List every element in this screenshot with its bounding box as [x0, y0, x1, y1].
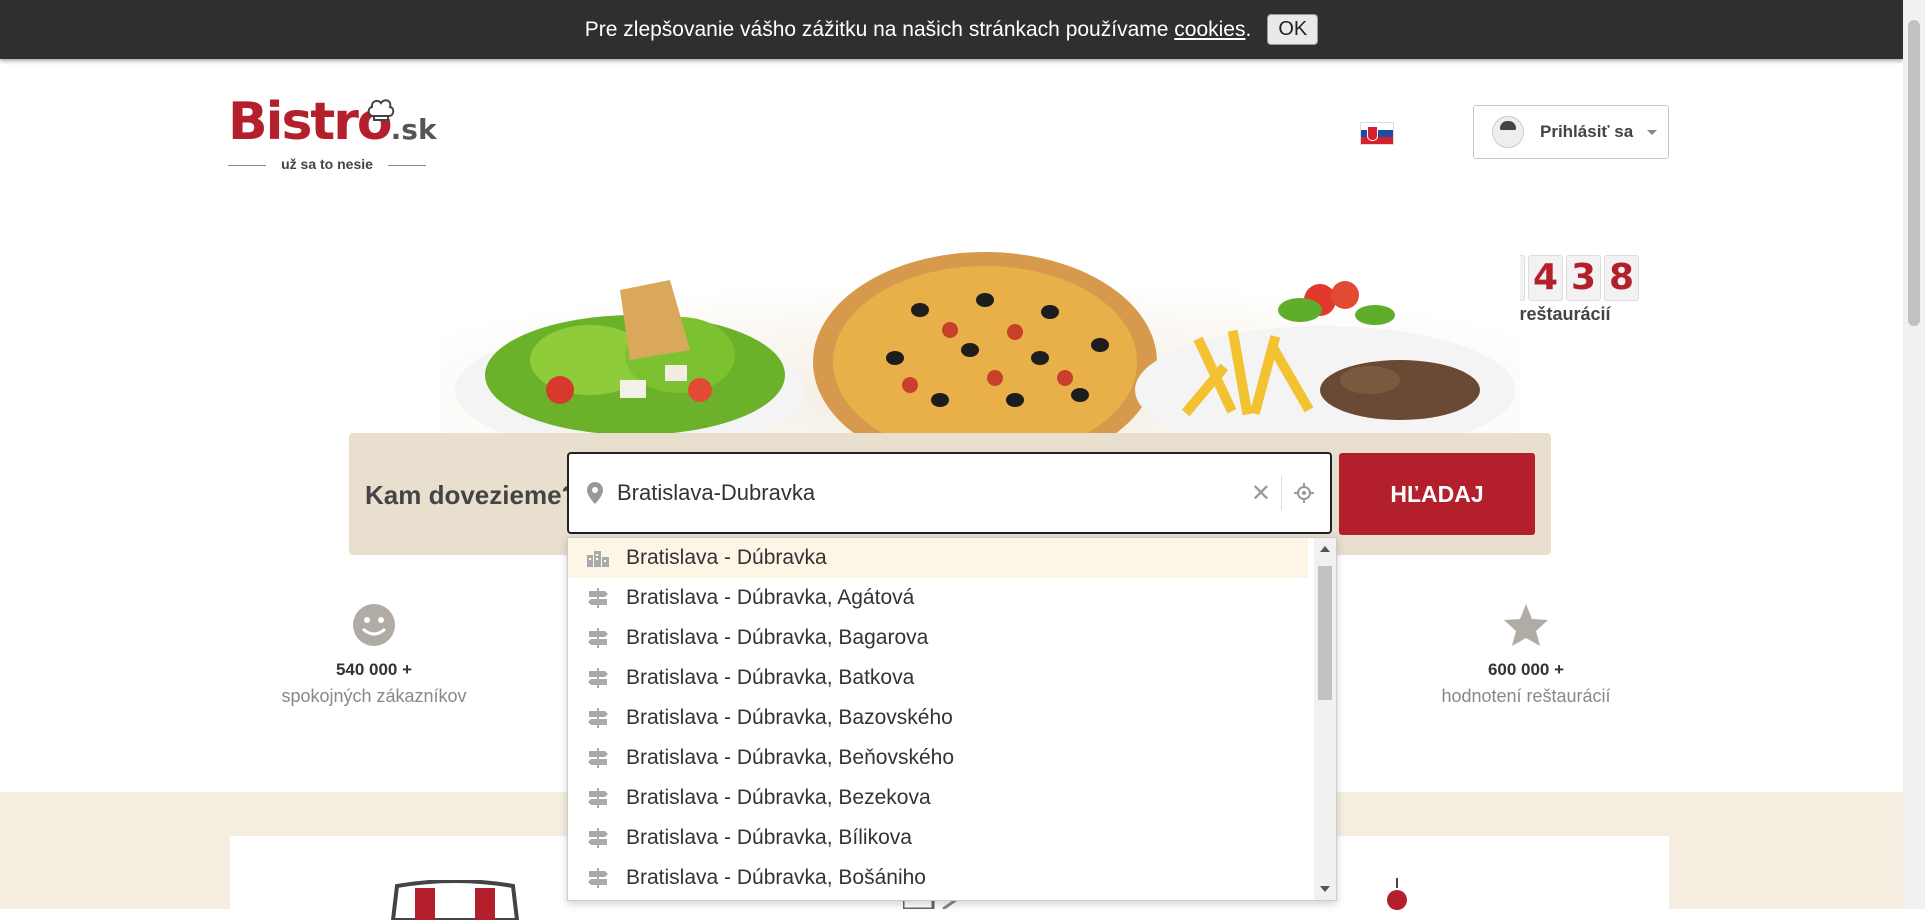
suggestion-label: Bratislava - Dúbravka, Bošániho	[626, 866, 926, 889]
cookie-text: Pre zlepšovanie vášho zážitku na našich …	[584, 17, 1169, 41]
smiley-icon	[353, 604, 395, 646]
cookie-ok-button[interactable]: OK	[1267, 14, 1319, 45]
login-button[interactable]: Prihlásiť sa	[1473, 105, 1669, 159]
suggestion-label: Bratislava - Dúbravka, Bezekova	[626, 786, 931, 809]
slovak-flag-icon[interactable]	[1360, 122, 1394, 145]
suggestion-label: Bratislava - Dúbravka, Bazovského	[626, 706, 953, 729]
address-suggestions-dropdown[interactable]: Bratislava - Dúbravka Bratislava - Dúbrav…	[567, 537, 1337, 901]
cherry-icon	[1387, 878, 1407, 910]
locate-me-icon[interactable]	[1294, 483, 1314, 503]
stat-number: 540 000 +	[335, 660, 413, 679]
suggestion-item[interactable]: Bratislava - Dúbravka, Beňovského	[568, 738, 1308, 778]
cookies-link[interactable]: cookies	[1174, 18, 1245, 42]
city-icon	[584, 549, 612, 567]
stat-customers: 540 000 + spokojných zákazníkov	[254, 603, 494, 707]
address-search-input[interactable]: Bratislava-Dubravka ✕	[567, 452, 1332, 534]
street-sign-icon	[584, 628, 612, 648]
stat-number: 600 000 +	[1487, 660, 1565, 679]
cookie-period: .	[1245, 17, 1252, 41]
shop-awning-icon	[390, 880, 520, 920]
stat-label: spokojných zákazníkov	[281, 686, 467, 706]
page-scrollbar[interactable]	[1903, 0, 1925, 909]
street-sign-icon	[584, 588, 612, 608]
location-pin-icon	[587, 482, 603, 504]
chef-hat-icon	[367, 99, 395, 121]
suggestion-item[interactable]: Bratislava - Dúbravka, Agátová	[568, 578, 1308, 618]
suggestion-label: Bratislava - Dúbravka, Bílikova	[626, 826, 912, 849]
suggestion-item[interactable]: Bratislava - Dúbravka, Bílikova	[568, 818, 1308, 858]
suggestion-label: Bratislava - Dúbravka, Batkova	[626, 666, 915, 689]
food-illustration	[440, 240, 1520, 436]
suggestion-item[interactable]: Bratislava - Dúbravka, Bagarova	[568, 618, 1308, 658]
street-sign-icon	[584, 828, 612, 848]
scroll-down-arrow-icon[interactable]	[1320, 886, 1330, 892]
suggestion-item[interactable]: Bratislava - Dúbravka, Bazovského	[568, 698, 1308, 738]
counter-digit: 8	[1604, 255, 1639, 301]
scroll-up-arrow-icon[interactable]	[1320, 546, 1330, 552]
suggestion-label: Bratislava - Dúbravka, Beňovského	[626, 746, 954, 769]
page-scrollbar-thumb[interactable]	[1908, 20, 1920, 326]
chevron-down-icon	[1647, 129, 1658, 135]
dropdown-scrollbar[interactable]	[1314, 538, 1336, 900]
input-divider	[1281, 476, 1282, 510]
suggestion-item[interactable]: Bratislava - Dúbravka, Bošániho	[568, 858, 1308, 898]
login-label: Prihlásiť sa	[1540, 122, 1634, 141]
avatar-icon	[1492, 116, 1524, 148]
suggestion-label: Bratislava - Dúbravka, Bagarova	[626, 626, 929, 649]
logo-tagline: už sa to nesie	[228, 156, 426, 172]
search-input-value[interactable]: Bratislava-Dubravka	[617, 480, 1251, 506]
star-icon	[1504, 604, 1548, 646]
suggestion-label: Bratislava - Dúbravka	[626, 546, 827, 569]
counter-digit: 4	[1528, 255, 1563, 301]
logo-tld: .sk	[390, 113, 437, 146]
street-sign-icon	[584, 868, 612, 888]
search-button[interactable]: HĽADAJ	[1339, 453, 1535, 535]
suggestion-item[interactable]: Bratislava - Dúbravka, Batkova	[568, 658, 1308, 698]
suggestion-item[interactable]: Bratislava - Dúbravka	[568, 538, 1308, 578]
logo[interactable]: Bistro.sk už sa to nesie	[228, 96, 437, 176]
suggestion-item[interactable]: Bratislava - Dúbravka, Bezekova	[568, 778, 1308, 818]
dropdown-scrollbar-thumb[interactable]	[1318, 566, 1332, 700]
search-label: Kam dovezieme?	[365, 480, 578, 510]
street-sign-icon	[584, 668, 612, 688]
street-sign-icon	[584, 708, 612, 728]
street-sign-icon	[584, 748, 612, 768]
suggestion-label: Bratislava - Dúbravka, Agátová	[626, 586, 915, 609]
street-sign-icon	[584, 788, 612, 808]
counter-digit: 3	[1566, 255, 1601, 301]
stat-label: hodnotení reštaurácií	[1441, 686, 1611, 706]
cookie-bar: Pre zlepšovanie vášho zážitku na našich …	[0, 0, 1903, 59]
stat-ratings: 600 000 + hodnotení reštaurácií	[1406, 603, 1646, 707]
clear-icon[interactable]: ✕	[1251, 479, 1271, 508]
